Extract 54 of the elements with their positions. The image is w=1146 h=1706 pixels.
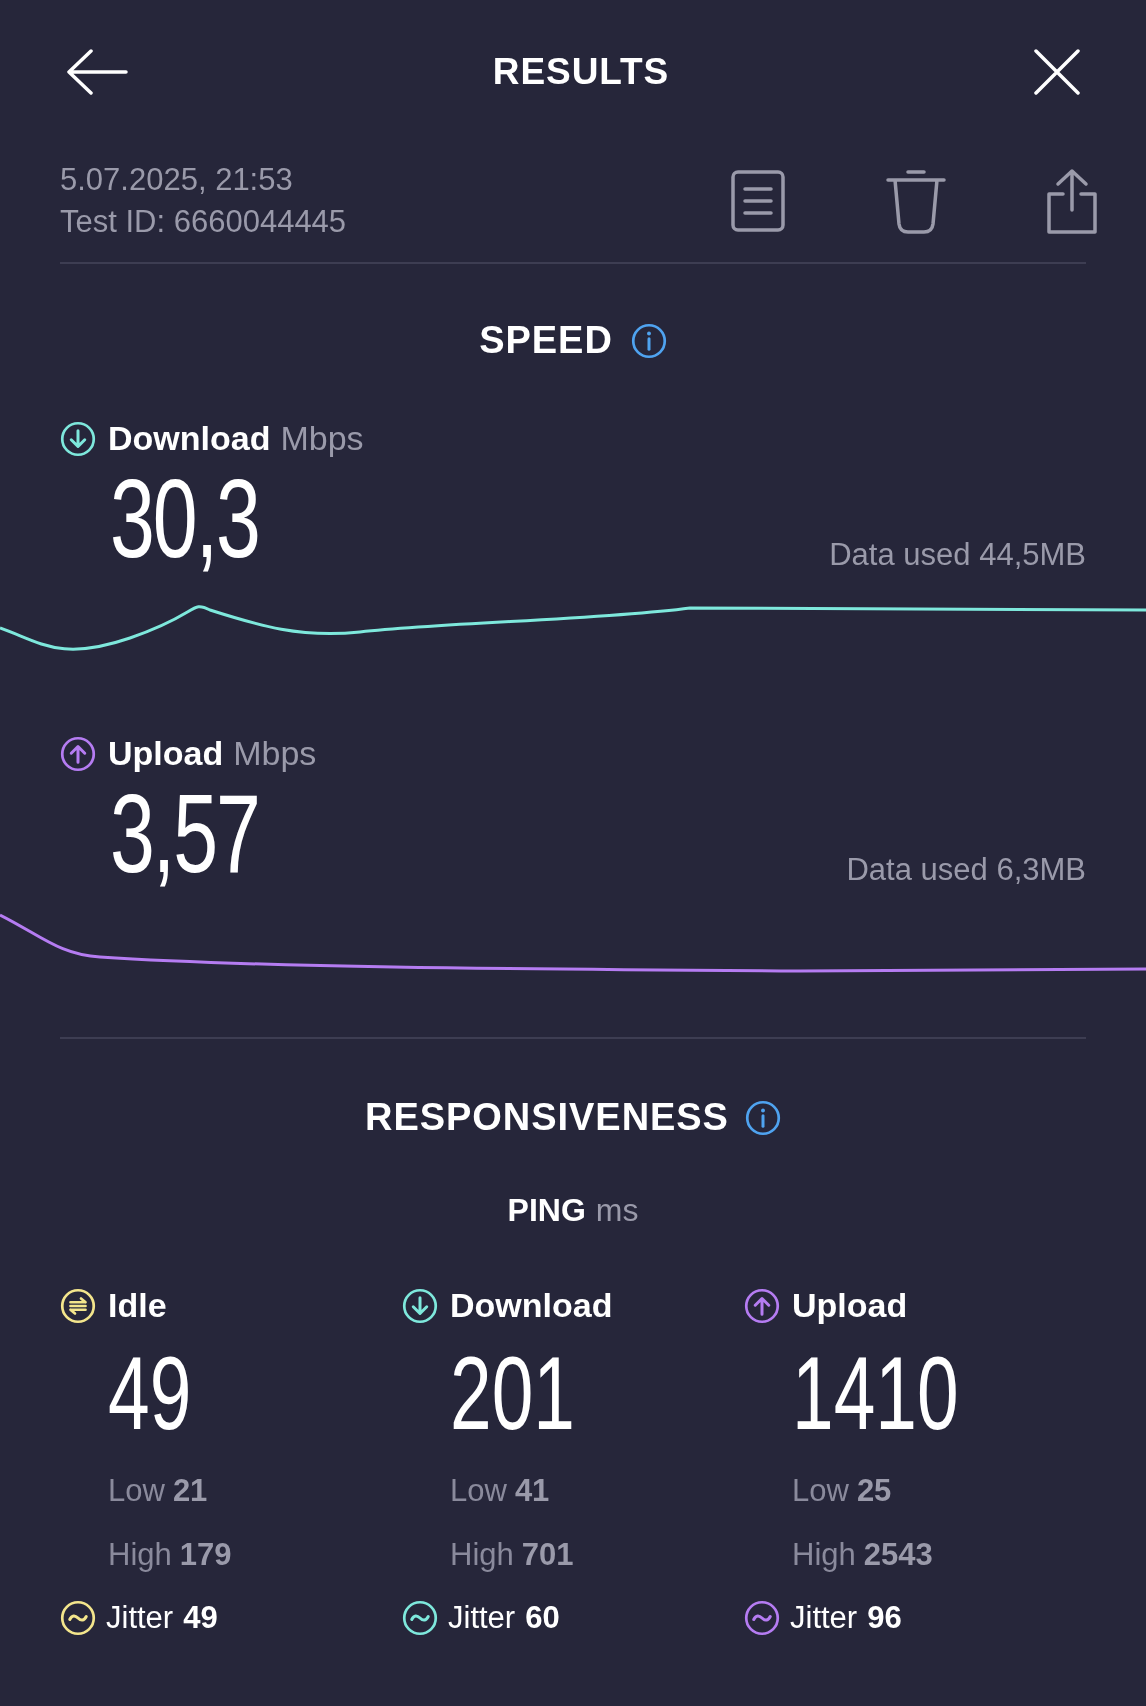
stat-label: High (792, 1537, 856, 1573)
section-title: RESPONSIVENESS (365, 1095, 729, 1140)
unit-label: Mbps (280, 418, 364, 459)
data-used-label: Data used 6,3MB (846, 850, 1086, 889)
down-arrow-circle-icon (402, 1287, 438, 1324)
wave-circle-icon (744, 1600, 780, 1637)
high-value: 701 (521, 1537, 574, 1573)
ping-label: PING (507, 1191, 586, 1230)
unit-label: Mbps (233, 733, 317, 774)
high-value: 2543 (863, 1537, 933, 1573)
wave-circle-icon (60, 1600, 96, 1637)
speed-value: 3,57 (110, 779, 259, 889)
trash-icon[interactable] (886, 168, 946, 234)
metric-label: Download (108, 418, 271, 459)
ping-value: 49 (108, 1341, 193, 1445)
ping-type-label: Upload (792, 1285, 908, 1326)
stat-label: High (108, 1537, 172, 1573)
up-arrow-circle-icon (60, 735, 96, 772)
share-icon[interactable] (1046, 168, 1098, 234)
ping-type-label: Idle (108, 1285, 167, 1326)
document-icon[interactable] (730, 169, 786, 233)
close-icon[interactable] (1034, 49, 1080, 95)
jitter-value: 60 (525, 1599, 560, 1637)
back-arrow-icon[interactable] (66, 49, 128, 95)
jitter-value: 49 (183, 1599, 218, 1637)
arrows-circle-icon (60, 1287, 96, 1324)
test-date: 5.07.2025, 21:53 (60, 162, 294, 198)
stat-label: High (450, 1537, 514, 1573)
up-arrow-circle-icon (744, 1287, 780, 1324)
metric-label: Upload (108, 733, 224, 774)
ping-value: 1410 (792, 1341, 960, 1445)
ping-value: 201 (450, 1341, 576, 1445)
wave-circle-icon (402, 1600, 438, 1637)
data-used-label: Data used 44,5MB (829, 535, 1086, 574)
info-icon[interactable] (630, 322, 667, 359)
down-arrow-circle-icon (60, 420, 96, 457)
low-value: 25 (856, 1473, 892, 1509)
low-value: 41 (514, 1473, 550, 1509)
jitter-label: Jitter (790, 1599, 858, 1637)
stat-label: Low (792, 1473, 849, 1509)
low-value: 21 (172, 1473, 208, 1509)
high-value: 179 (179, 1537, 232, 1573)
unit-label: ms (595, 1191, 639, 1230)
jitter-value: 96 (867, 1599, 902, 1637)
stat-label: Low (108, 1473, 165, 1509)
jitter-label: Jitter (448, 1599, 516, 1637)
ping-type-label: Download (450, 1285, 613, 1326)
jitter-label: Jitter (106, 1599, 174, 1637)
section-title: SPEED (479, 318, 613, 363)
info-icon[interactable] (744, 1099, 781, 1136)
speed-value: 30,3 (110, 464, 259, 574)
test-id: Test ID: 6660044445 (60, 204, 347, 240)
screen-title: RESULTS (492, 50, 670, 95)
stat-label: Low (450, 1473, 507, 1509)
